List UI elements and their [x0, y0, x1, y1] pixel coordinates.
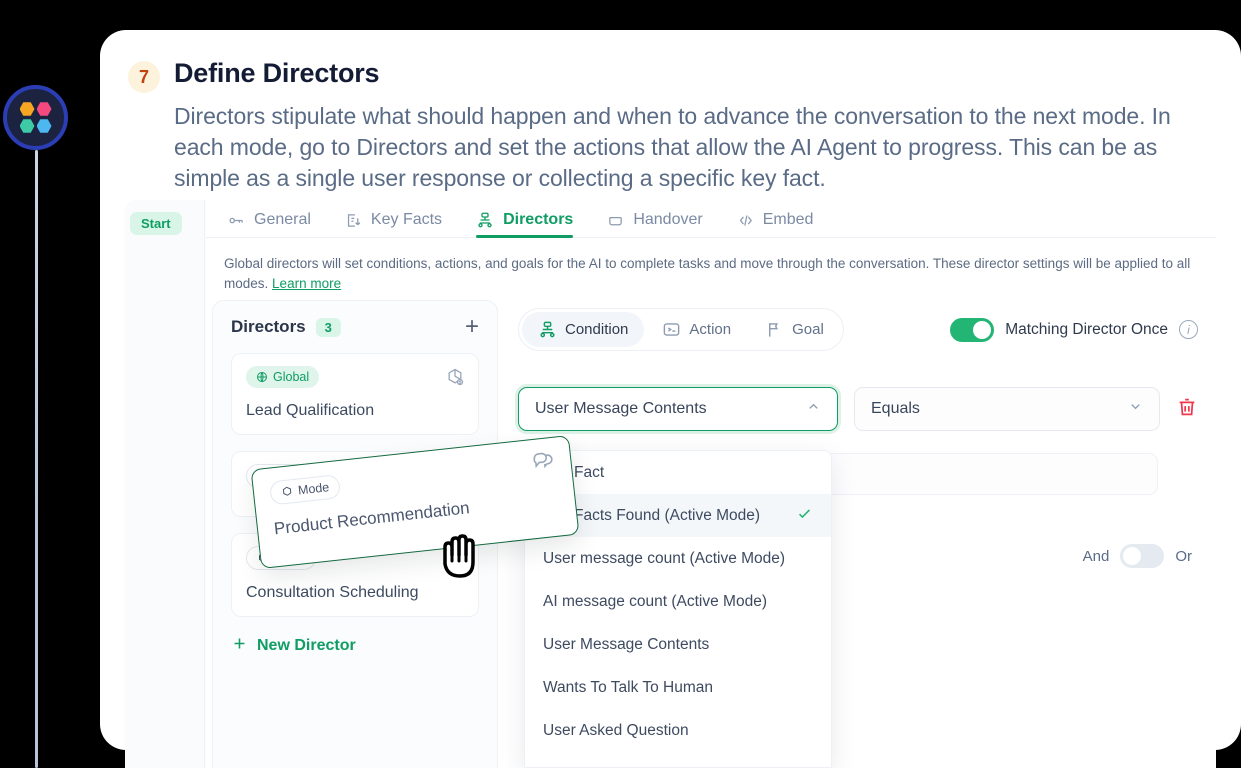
code-icon: [737, 212, 754, 229]
tab-handover[interactable]: Handover: [607, 211, 703, 237]
dropdown-option-label: User Asked Question: [543, 721, 689, 739]
cube-icon: [282, 486, 292, 496]
learn-more-link[interactable]: Learn more: [272, 276, 341, 291]
segment-goal[interactable]: Goal: [749, 312, 840, 347]
start-column: Start: [125, 200, 205, 768]
tab-general[interactable]: General: [228, 211, 311, 237]
condition-operator-value: Equals: [871, 400, 920, 417]
globe-icon: [257, 372, 267, 382]
info-icon[interactable]: i: [1179, 320, 1198, 339]
screenshot-root: 7 Define Directors Directors stipulate w…: [0, 0, 1241, 768]
director-name: Lead Qualification: [246, 402, 375, 419]
dropdown-option[interactable]: User Asked Question: [525, 709, 831, 752]
delete-condition-icon[interactable]: [1176, 396, 1198, 423]
segment-label: Goal: [792, 321, 824, 338]
directors-panel-header: Directors 3 +: [231, 315, 479, 339]
condition-field-select[interactable]: User Message Contents: [518, 387, 838, 431]
directors-title: Directors: [231, 317, 306, 336]
and-or-control: And Or: [1083, 544, 1192, 568]
tab-directors[interactable]: Directors: [476, 211, 574, 238]
hierarchy-icon: [476, 211, 494, 229]
mode-cube-icon: [445, 367, 465, 392]
dropdown-option-label: User Message Contents: [543, 635, 710, 653]
tab-label: Handover: [633, 211, 703, 228]
plus-icon: [231, 635, 248, 657]
or-label: Or: [1175, 547, 1192, 565]
segment-label: Condition: [565, 321, 629, 338]
add-director-icon[interactable]: +: [465, 315, 479, 339]
chevron-down-icon: [1128, 399, 1143, 419]
tab-label: Key Facts: [370, 211, 443, 228]
new-director-button[interactable]: New Director: [231, 635, 479, 657]
grab-hand-cursor: [434, 528, 486, 586]
key-icon: [228, 212, 245, 229]
banner-text: Global directors will set conditions, ac…: [224, 256, 1191, 291]
brand-logo: [3, 85, 68, 150]
director-card-lead-qualification[interactable]: Global Lead Qualification: [231, 353, 479, 435]
director-name: Consultation Scheduling: [246, 584, 419, 601]
tab-label: General: [254, 211, 311, 228]
tab-embed[interactable]: Embed: [737, 211, 814, 237]
matching-director-once-label: Matching Director Once: [1005, 320, 1168, 338]
condition-row: User Message Contents Equals: [518, 387, 1198, 431]
check-icon: [796, 505, 813, 527]
chevron-up-icon: [806, 399, 821, 419]
dropdown-option-label: AI message count (Active Mode): [543, 592, 767, 610]
segment-condition[interactable]: Condition: [522, 312, 645, 347]
form-download-icon: [345, 212, 362, 229]
tab-key-facts[interactable]: Key Facts: [345, 211, 442, 237]
editor-toolbar: Condition Action Goal Matching Director …: [518, 308, 1198, 351]
step-description: Directors stipulate what should happen a…: [174, 103, 1171, 191]
segment-label: Action: [689, 321, 732, 338]
dropdown-option[interactable]: User message count (Active Mode): [525, 537, 831, 580]
terminal-icon: [662, 320, 681, 339]
flag-icon: [765, 320, 784, 339]
tab-label: Embed: [762, 211, 814, 228]
matching-director-once-toggle[interactable]: [950, 317, 995, 342]
tab-bar: General Key Facts Directors Handover Emb…: [206, 200, 1216, 238]
and-or-toggle[interactable]: [1120, 544, 1165, 568]
and-label: And: [1082, 547, 1110, 565]
step-header: 7 Define Directors Directors stipulate w…: [128, 58, 1211, 194]
inbox-icon: [607, 212, 624, 229]
chip-label: Mode: [297, 480, 330, 498]
dropdown-option-label: Wants To Talk To Human: [543, 678, 714, 696]
dropdown-option[interactable]: User Message Contents: [525, 623, 831, 666]
chat-bubbles-icon: [529, 446, 558, 480]
dropdown-option[interactable]: AI message count (Active Mode): [525, 580, 831, 623]
scope-chip-mode: Mode: [268, 474, 342, 506]
directors-count-badge: 3: [315, 317, 341, 337]
matching-director-once-control: Matching Director Once i: [950, 317, 1198, 342]
dropdown-option-label: User message count (Active Mode): [543, 549, 786, 567]
page-title: Define Directors: [174, 58, 380, 88]
new-director-label: New Director: [257, 637, 356, 654]
chip-label: Global: [273, 370, 310, 384]
tab-label: Directors: [503, 211, 574, 228]
info-banner: Global directors will set conditions, ac…: [224, 254, 1198, 294]
editor-segmented-control: Condition Action Goal: [518, 308, 844, 351]
start-badge: Start: [130, 212, 182, 235]
condition-field-value: User Message Contents: [535, 400, 707, 417]
dropdown-option[interactable]: Wants To Talk To Human: [525, 666, 831, 709]
hierarchy-icon: [538, 320, 557, 339]
timeline-rail: [35, 150, 38, 768]
four-hexagon-logo: [19, 102, 52, 134]
scope-chip-global: Global: [246, 366, 320, 388]
segment-action[interactable]: Action: [646, 312, 747, 347]
condition-operator-select[interactable]: Equals: [854, 387, 1160, 431]
step-number-badge: 7: [128, 61, 160, 93]
